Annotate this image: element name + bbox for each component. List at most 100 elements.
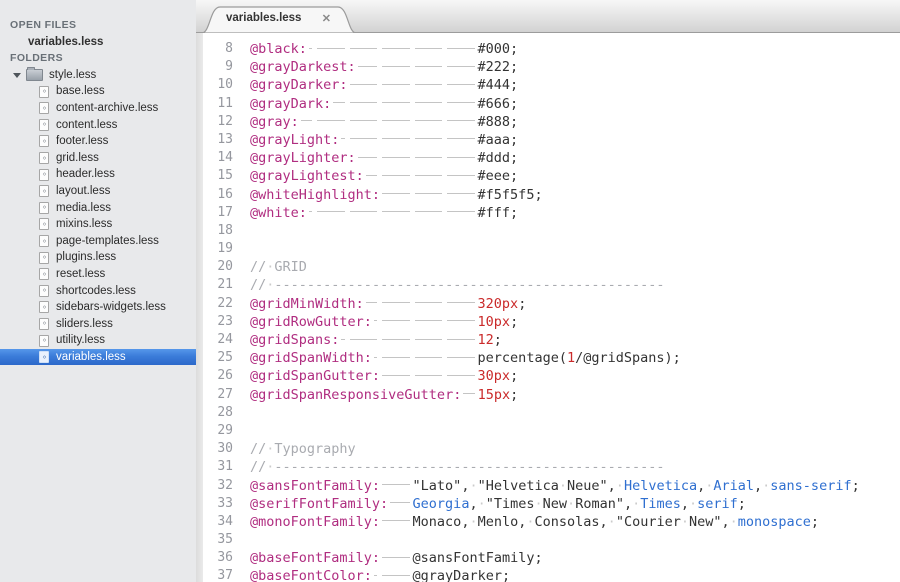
open-files-header: OPEN FILES [0,17,196,34]
sidebar-file-item[interactable]: media.less [0,200,196,217]
code-line[interactable]: 29 [196,422,900,440]
code-token: Arial [713,478,754,494]
space-dot: · [567,496,575,512]
tab-whitespace-dash [382,175,410,176]
open-file-item-variables-less[interactable]: variables.less [0,34,196,51]
file-icon [39,185,49,197]
sidebar-file-item[interactable]: header.less [0,166,196,183]
code-token: ; [811,514,819,530]
code-token: @grayDarker; [413,568,511,582]
code-token: Menlo, [478,514,527,530]
file-icon [39,268,49,280]
code-line[interactable]: 30//·Typography [196,440,900,458]
code-line[interactable]: 15@grayLightest:#eee; [196,167,900,185]
code-text: //·-------------------------------------… [233,458,665,476]
code-token: @sansFontFamily: [250,478,380,494]
code-token: @grayDarkest: [250,59,356,75]
code-token: @monoFontFamily: [250,514,380,530]
sidebar-file-item[interactable]: shortcodes.less [0,283,196,300]
sidebar-file-item[interactable]: sidebars-widgets.less [0,299,196,316]
code-token: Monaco, [413,514,470,530]
code-text: //·GRID [233,258,307,276]
code-line[interactable]: 36@baseFontFamily:@sansFontFamily; [196,549,900,567]
tab-whitespace-dash [415,66,443,67]
sidebar-file-item[interactable]: utility.less [0,332,196,349]
file-label: variables.less [56,349,126,366]
code-line[interactable]: 27@gridSpanResponsiveGutter:15px; [196,386,900,404]
tab-whitespace-dash [447,120,475,121]
code-line[interactable]: 13@grayLight:#aaa; [196,131,900,149]
sidebar-file-item[interactable]: grid.less [0,150,196,167]
code-line[interactable]: 23@gridRowGutter:10px; [196,313,900,331]
sidebar-file-item[interactable]: content-archive.less [0,100,196,117]
sidebar-file-item[interactable]: content.less [0,117,196,134]
sidebar-file-item[interactable]: variables.less [0,349,196,366]
sidebar-file-item[interactable]: layout.less [0,183,196,200]
code-token: #fff; [478,205,519,221]
code-line[interactable]: 11@grayDark:#666; [196,95,900,113]
file-icon [39,152,49,164]
sidebar-file-item[interactable]: mixins.less [0,216,196,233]
code-line[interactable]: 28 [196,404,900,422]
code-line[interactable]: 35 [196,531,900,549]
code-line[interactable]: 19 [196,240,900,258]
sidebar-file-item[interactable]: base.less [0,83,196,100]
tab-whitespace-dash [447,357,475,358]
tab-whitespace-dash [382,211,410,212]
code-line[interactable]: 33@serifFontFamily:Georgia,·"Times·New·R… [196,495,900,513]
code-line[interactable]: 34@monoFontFamily:Monaco,·Menlo,·Consola… [196,513,900,531]
tab-whitespace-dash [415,120,443,121]
code-token: , [469,496,477,512]
code-line[interactable]: 12@gray:#888; [196,113,900,131]
file-label: utility.less [56,332,105,349]
tab-whitespace-dash [333,102,344,103]
tab-whitespace-dash [415,48,443,49]
space-dot: · [469,478,477,494]
gutter-strip [196,33,203,582]
code-line[interactable]: 32@sansFontFamily:"Lato",·"Helvetica·Neu… [196,477,900,495]
code-token: @baseFontColor: [250,568,372,582]
sidebar-file-item[interactable]: reset.less [0,266,196,283]
tab-whitespace-dash [415,357,443,358]
tab-whitespace-dash [301,120,312,121]
sidebar-file-item[interactable]: footer.less [0,133,196,150]
code-line[interactable]: 25@gridSpanWidth:percentage(1/@gridSpans… [196,349,900,367]
code-token: serif [697,496,738,512]
code-line[interactable]: 17@white:#fff; [196,204,900,222]
code-line[interactable]: 8@black:#000; [196,40,900,58]
file-label: media.less [56,200,111,217]
file-label: content-archive.less [56,100,158,117]
tab-whitespace-dash [374,320,377,321]
sidebar-file-item[interactable]: sliders.less [0,316,196,333]
code-line[interactable]: 24@gridSpans:12; [196,331,900,349]
code-line[interactable]: 9@grayDarkest:#222; [196,58,900,76]
code-area[interactable]: 8@black:#000;9@grayDarkest:#222;10@grayD… [196,33,900,582]
code-text: @black:#000; [233,40,518,58]
sidebar-file-item[interactable]: plugins.less [0,249,196,266]
code-line[interactable]: 20//·GRID [196,258,900,276]
code-line[interactable]: 18 [196,222,900,240]
code-token: 30px [478,368,511,384]
tab-variables-less[interactable]: variables.less ✕ [201,6,357,33]
code-token: percentage( [478,350,567,366]
code-token: ----------------------------------------… [274,277,664,293]
code-token: #000; [478,41,519,57]
code-line[interactable]: 37@baseFontColor:@grayDarker; [196,567,900,582]
sidebar-folder-style-less[interactable]: style.less [0,67,196,84]
code-line[interactable]: 22@gridMinWidth:320px; [196,295,900,313]
code-token: "Courier [616,514,681,530]
code-line[interactable]: 21//·-----------------------------------… [196,276,900,294]
editor-window: OPEN FILES variables.less FOLDERS style.… [0,0,900,582]
sidebar-file-item[interactable]: page-templates.less [0,233,196,250]
disclosure-triangle-icon[interactable] [13,73,21,78]
file-icon [39,318,49,330]
code-line[interactable]: 14@grayLighter:#ddd; [196,149,900,167]
tab-whitespace-dash [447,175,475,176]
code-line[interactable]: 10@grayDarker:#444; [196,76,900,94]
code-line[interactable]: 31//·-----------------------------------… [196,458,900,476]
code-line[interactable]: 16@whiteHighlight:#f5f5f5; [196,186,900,204]
code-token: @sansFontFamily; [413,550,543,566]
tab-close-icon[interactable]: ✕ [322,12,331,25]
code-line[interactable]: 26@gridSpanGutter:30px; [196,367,900,385]
space-dot: · [616,478,624,494]
